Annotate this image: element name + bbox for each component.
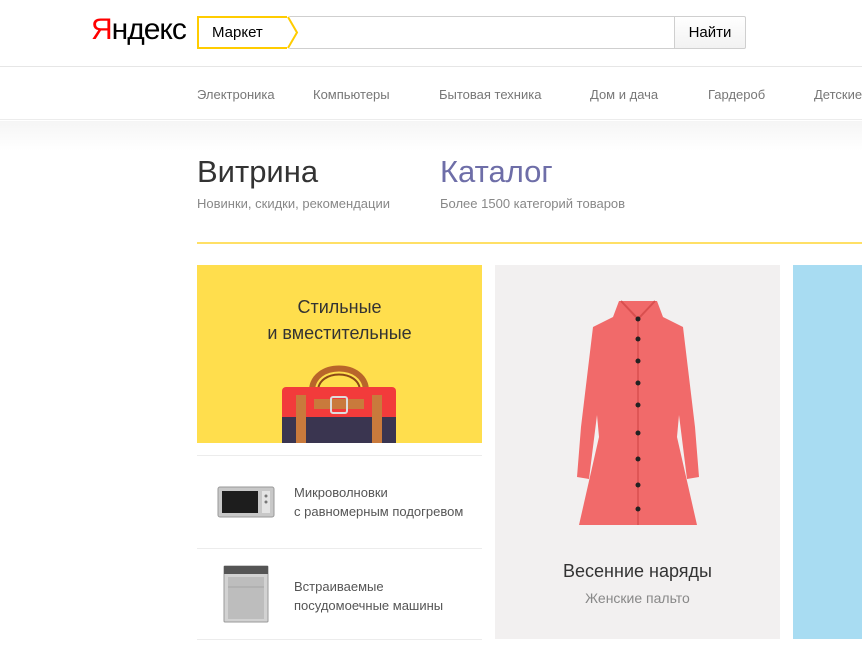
nav-item-appliances[interactable]: Бытовая техника <box>439 87 541 102</box>
promo-card-partial[interactable] <box>793 265 862 639</box>
nav-item-kids[interactable]: Детские <box>814 87 862 102</box>
nav-item-computers[interactable]: Компьютеры <box>313 87 390 102</box>
list-item-text: Микроволновки с равномерным подогревом <box>294 485 464 519</box>
nav-item-electronics[interactable]: Электроника <box>197 87 275 102</box>
header: Яндекс Маркет Найти <box>0 0 862 67</box>
tab-vitrina-subtitle: Новинки, скидки, рекомендации <box>197 196 391 211</box>
nav-item-wardrobe[interactable]: Гардероб <box>708 87 765 102</box>
tab-catalog-subtitle: Более 1500 категорий товаров <box>440 196 626 211</box>
nav-item-home-garden[interactable]: Дом и дача <box>590 87 658 102</box>
handbag-icon <box>282 365 396 443</box>
promo-coat-subtitle: Женские пальто <box>585 590 690 606</box>
promo-bags-text: Стильные и вместительные <box>267 297 412 343</box>
list-divider <box>197 639 482 640</box>
search-service-tag[interactable]: Маркет <box>197 16 289 49</box>
microwave-icon <box>217 486 275 518</box>
dishwasher-icon <box>223 565 269 623</box>
yandex-logo[interactable]: Яндекс <box>91 13 187 47</box>
search-form: Маркет Найти <box>197 16 746 49</box>
nav-shadow <box>0 121 862 151</box>
promo-card-spring-outfits[interactable]: Весенние наряды Женские пальто <box>495 265 780 639</box>
coat-icon <box>577 300 699 525</box>
promo-card-bags[interactable]: Стильные и вместительные <box>197 265 482 443</box>
search-button[interactable]: Найти <box>674 16 746 49</box>
list-item-microwaves[interactable]: Микроволновки с равномерным подогревом <box>197 455 482 547</box>
list-item-dishwashers[interactable]: Встраиваемые посудомоечные машины <box>197 548 482 640</box>
tab-vitrina-title[interactable]: Витрина <box>197 154 318 190</box>
category-nav: Электроника Компьютеры Бытовая техника Д… <box>0 68 862 120</box>
promo-coat-title: Весенние наряды <box>563 561 712 581</box>
tab-catalog-title[interactable]: Каталог <box>440 154 553 190</box>
list-item-text: Встраиваемые посудомоечные машины <box>294 579 444 613</box>
active-tab-underline <box>197 242 862 244</box>
